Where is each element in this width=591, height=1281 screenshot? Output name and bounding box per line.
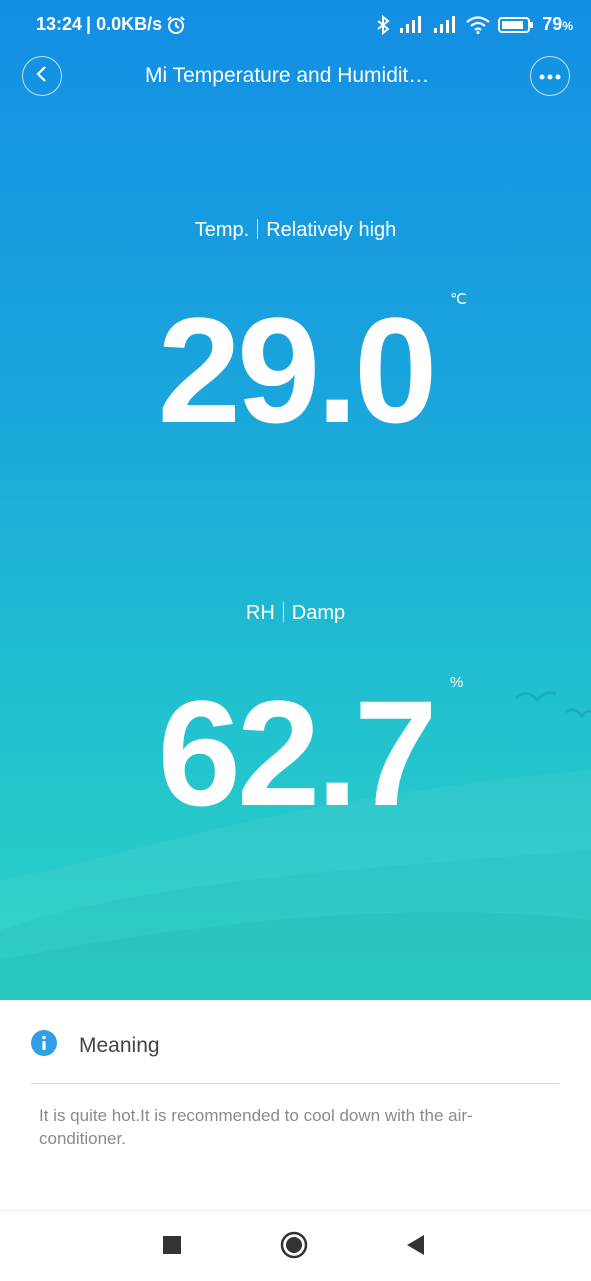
temp-label: Temp. [194, 219, 250, 241]
humidity-value: 62.7 [157, 669, 438, 837]
rh-label: RH [245, 602, 275, 624]
signal-icon [432, 15, 458, 34]
temp-status: Relatively high [266, 219, 397, 241]
clock: 13:24 [36, 14, 83, 34]
wave-decoration [0, 691, 591, 1000]
home-button[interactable] [278, 1231, 310, 1263]
square-icon [163, 1235, 181, 1259]
separator [282, 602, 284, 622]
status-right: 79% [376, 14, 573, 35]
divider [31, 1083, 559, 1084]
rh-status: Damp [291, 602, 346, 624]
temperature-unit: ℃ [450, 291, 467, 308]
status-bar: 13:24 | 0.0KB/s 79% [0, 0, 591, 52]
battery-icon [498, 16, 534, 34]
info-icon [31, 1030, 57, 1061]
alarm-icon [166, 15, 186, 35]
meaning-text: It is quite hot.It is recommended to coo… [39, 1106, 473, 1148]
back-icon [35, 65, 49, 88]
back-button[interactable] [22, 56, 62, 96]
navigation-bar [0, 1210, 591, 1281]
meaning-header: Meaning [31, 1030, 160, 1061]
more-icon [539, 67, 561, 85]
meaning-title: Meaning [79, 1033, 160, 1057]
hero-panel: 13:24 | 0.0KB/s 79% Mi Temperature and H… [0, 0, 591, 1000]
wifi-icon [466, 15, 490, 34]
page-title: Mi Temperature and Humidit… [145, 64, 430, 87]
triangle-back-icon [407, 1234, 425, 1260]
recents-button[interactable] [156, 1231, 188, 1263]
bluetooth-icon [376, 14, 390, 35]
humidity-label: RH Damp [0, 602, 591, 625]
temperature-label: Temp. Relatively high [0, 219, 591, 242]
status-left: 13:24 | 0.0KB/s [36, 14, 186, 35]
more-button[interactable] [530, 56, 570, 96]
battery-level: 79% [542, 14, 573, 34]
back-nav-button[interactable] [400, 1231, 432, 1263]
humidity-unit: % [450, 674, 464, 691]
network-speed: | 0.0KB/s [86, 14, 163, 34]
signal-icon [398, 15, 424, 34]
home-circle-icon [280, 1231, 308, 1264]
separator [257, 219, 259, 239]
app-header: Mi Temperature and Humidit… [0, 52, 591, 100]
temperature-value: 29.0 [157, 286, 438, 454]
